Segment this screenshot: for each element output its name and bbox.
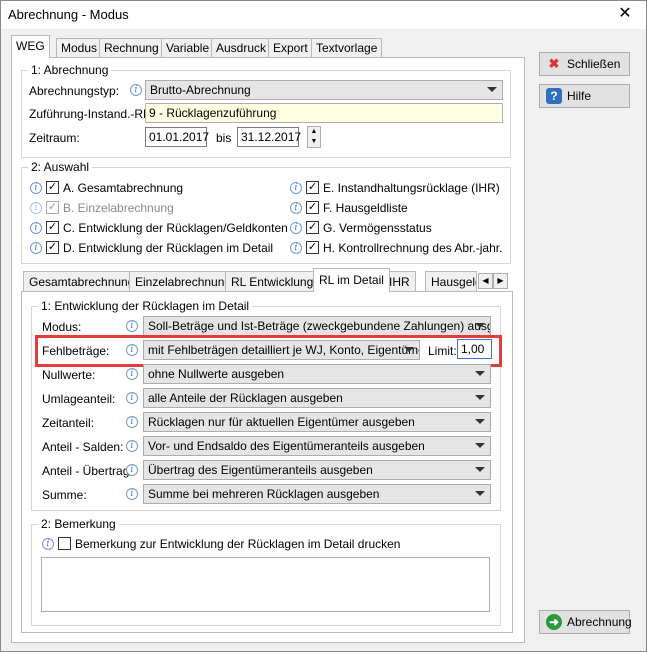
info-icon[interactable]: i	[126, 464, 138, 476]
chevron-down-icon	[475, 323, 485, 328]
abrechnungstyp-select[interactable]: Brutto-Abrechnung	[145, 80, 503, 100]
tab-scroll-right-icon[interactable]: ▶	[493, 273, 508, 289]
tab-ausdruck[interactable]: Ausdruck	[211, 38, 272, 57]
info-icon[interactable]: i	[126, 320, 138, 332]
checkbox-h[interactable]: ✓	[306, 241, 319, 254]
checkbox-d[interactable]: ✓	[46, 241, 59, 254]
checkbox-g-label: G. Vermögensstatus	[323, 221, 432, 235]
modus-select[interactable]: Soll-Beträge und Ist-Beträge (zweckgebun…	[143, 316, 491, 336]
checkbox-e-label: E. Instandhaltungsrücklage (IHR)	[323, 181, 500, 195]
hilfe-button[interactable]: ? Hilfe	[539, 84, 630, 108]
info-icon[interactable]: i	[290, 202, 302, 214]
abrechnung-group-legend: 1: Abrechnung	[28, 63, 112, 77]
tab-modus[interactable]: Modus	[56, 38, 103, 57]
auswahl-group-legend: 2: Auswahl	[28, 160, 93, 174]
chevron-down-icon	[475, 371, 485, 376]
anteil-salden-label: Anteil - Salden:	[42, 440, 124, 454]
zeitraum-bis-label: bis	[216, 131, 232, 145]
info-icon[interactable]: i	[30, 242, 42, 254]
spin-down-icon: ▼	[310, 138, 318, 145]
tab-rechnung[interactable]: Rechnung	[99, 38, 164, 57]
help-icon: ?	[546, 88, 562, 104]
subtab-hausgeld[interactable]: Hausgeld	[425, 271, 477, 291]
info-icon[interactable]: i	[290, 242, 302, 254]
title-bar: Abrechnung - Modus ✕	[1, 1, 646, 29]
zeitraum-spinner[interactable]: ▲ ▼	[307, 126, 321, 148]
zufuehrung-label: Zuführung-Instand.-RL:	[29, 107, 154, 121]
summe-select[interactable]: Summe bei mehreren Rücklagen ausgeben	[143, 484, 491, 504]
chevron-down-icon	[487, 87, 497, 92]
anteil-uebertrag-label: Anteil - Übertrag:	[42, 464, 133, 478]
window-title: Abrechnung - Modus	[8, 7, 129, 22]
chevron-down-icon	[475, 419, 485, 424]
info-icon[interactable]: i	[290, 222, 302, 234]
subtab-einzelabrechnung[interactable]: Einzelabrechnung	[129, 271, 238, 291]
schliessen-button[interactable]: ✖ Schließen	[539, 52, 630, 76]
checkbox-f[interactable]: ✓	[306, 201, 319, 214]
checkbox-c-label: C. Entwicklung der Rücklagen/Geldkonten	[63, 221, 288, 235]
dialog-window: Abrechnung - Modus ✕ WEG Modus Rechnung …	[0, 0, 647, 652]
checkbox-c[interactable]: ✓	[46, 221, 59, 234]
checkbox-a[interactable]: ✓	[46, 181, 59, 194]
subtab-rl-im-detail[interactable]: RL im Detail	[313, 268, 390, 292]
spin-up-icon: ▲	[310, 128, 318, 135]
checkbox-e[interactable]: ✓	[306, 181, 319, 194]
abrechnung-button[interactable]: ➜ Abrechnung	[539, 610, 632, 634]
info-icon[interactable]: i	[126, 416, 138, 428]
highlight-box	[35, 335, 502, 367]
info-icon[interactable]: i	[30, 202, 42, 214]
tab-textvorlage[interactable]: Textvorlage	[311, 38, 383, 57]
anteil-salden-select[interactable]: Vor- und Endsaldo des Eigentümeranteils …	[143, 436, 491, 456]
zeitraum-from-field[interactable]: 01.01.2017	[145, 127, 209, 147]
info-icon[interactable]: i	[30, 182, 42, 194]
modus-label: Modus:	[42, 320, 82, 334]
chevron-down-icon	[475, 443, 485, 448]
zeitanteil-label: Zeitanteil:	[42, 416, 95, 430]
bemerkung-group-legend: 2: Bemerkung	[38, 517, 119, 531]
zeitanteil-select[interactable]: Rücklagen nur für aktuellen Eigentümer a…	[143, 412, 491, 432]
info-icon[interactable]: i	[126, 440, 138, 452]
tab-variable[interactable]: Variable	[161, 38, 215, 57]
nullwerte-select[interactable]: ohne Nullwerte ausgeben	[143, 364, 491, 384]
detail-group-legend: 1: Entwicklung der Rücklagen im Detail	[38, 299, 253, 313]
tab-export[interactable]: Export	[268, 38, 313, 57]
bemerkung-checkbox-label: Bemerkung zur Entwicklung der Rücklagen …	[75, 537, 401, 551]
info-icon[interactable]: i	[126, 368, 138, 380]
close-window-icon[interactable]: ✕	[610, 3, 640, 25]
chevron-down-icon	[475, 395, 485, 400]
info-icon[interactable]: i	[130, 84, 142, 96]
arrow-right-icon: ➜	[546, 614, 562, 630]
zeitraum-label: Zeitraum:	[29, 131, 80, 145]
umlageanteil-label: Umlageanteil:	[42, 392, 116, 406]
checkbox-b-label: B. Einzelabrechnung	[63, 201, 174, 215]
summe-label: Summe:	[42, 488, 87, 502]
close-icon: ✖	[548, 56, 560, 71]
checkbox-a-label: A. Gesamtabrechnung	[63, 181, 184, 195]
anteil-uebertrag-select[interactable]: Übertrag des Eigentümeranteils ausgeben	[143, 460, 491, 480]
chevron-down-icon	[475, 491, 485, 496]
umlageanteil-select[interactable]: alle Anteile der Rücklagen ausgeben	[143, 388, 491, 408]
nullwerte-label: Nullwerte:	[42, 368, 96, 382]
bemerkung-textarea[interactable]	[41, 557, 490, 612]
zufuehrung-field[interactable]: 9 - Rücklagenzuführung	[145, 103, 503, 123]
chevron-down-icon	[475, 467, 485, 472]
checkbox-g[interactable]: ✓	[306, 221, 319, 234]
info-icon[interactable]: i	[126, 488, 138, 500]
checkbox-f-label: F. Hausgeldliste	[323, 201, 408, 215]
checkbox-h-label: H. Kontrollrechnung des Abr.-jahr.	[323, 241, 503, 255]
info-icon[interactable]: i	[290, 182, 302, 194]
bemerkung-checkbox[interactable]	[58, 537, 71, 550]
checkbox-d-label: D. Entwicklung der Rücklagen im Detail	[63, 241, 274, 255]
subtab-rl-entwicklung[interactable]: RL Entwicklung	[225, 271, 320, 291]
zeitraum-to-field[interactable]: 31.12.2017	[237, 127, 301, 147]
tab-weg[interactable]: WEG	[11, 35, 50, 58]
checkbox-b[interactable]: ✓	[46, 201, 59, 214]
abrechnungstyp-label: Abrechnungstyp:	[29, 84, 120, 98]
info-icon[interactable]: i	[126, 392, 138, 404]
info-icon[interactable]: i	[42, 538, 54, 550]
tab-scroll-left-icon[interactable]: ◀	[478, 273, 493, 289]
info-icon[interactable]: i	[30, 222, 42, 234]
subtab-gesamtabrechnung[interactable]: Gesamtabrechnung	[23, 271, 141, 291]
